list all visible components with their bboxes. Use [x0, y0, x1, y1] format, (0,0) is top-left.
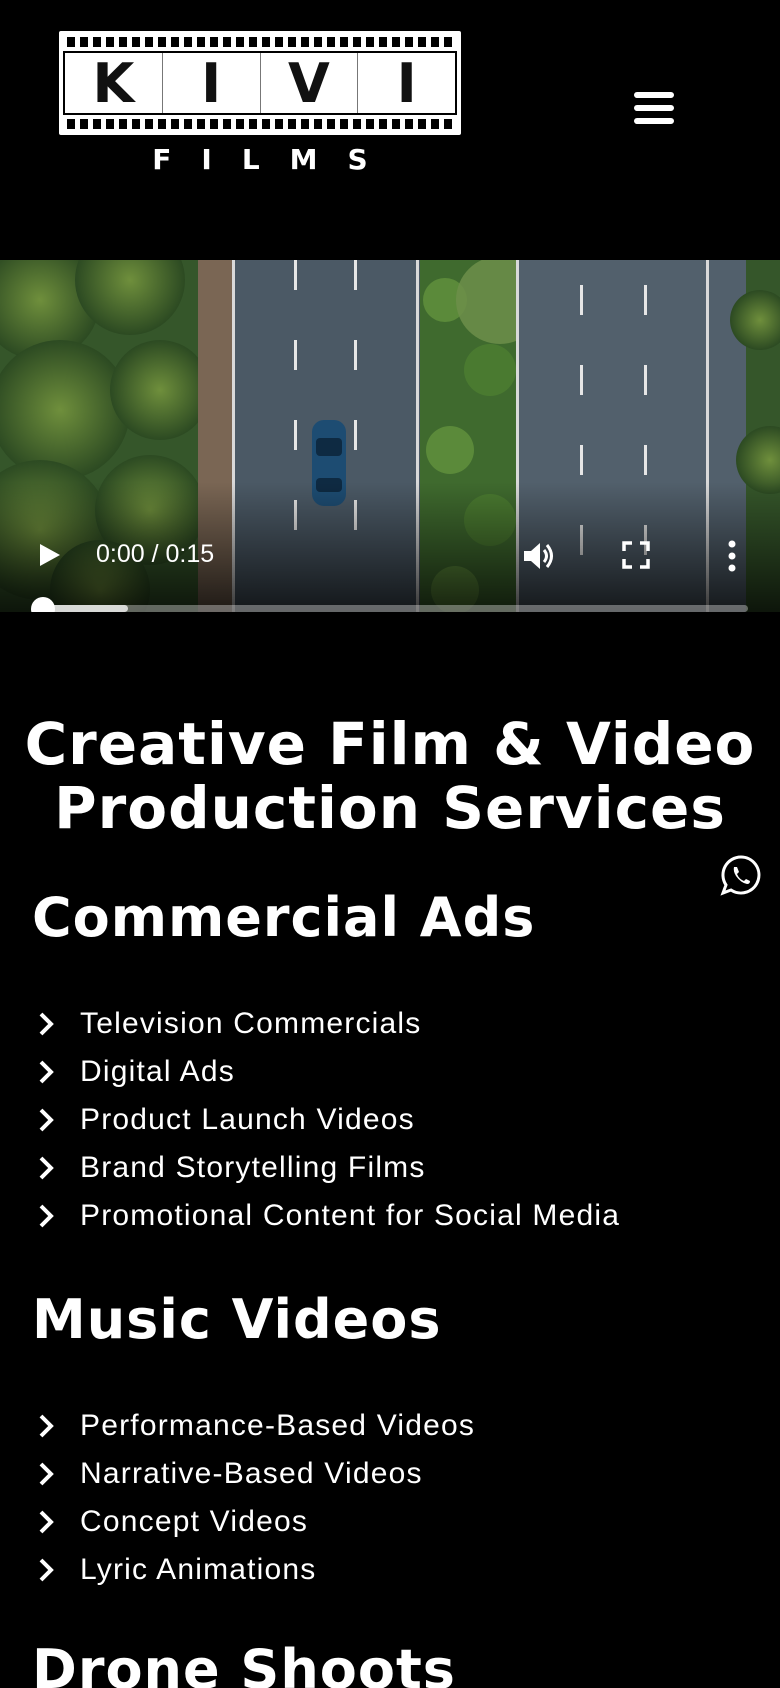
chevron-right-icon — [39, 1462, 54, 1486]
section-heading-commercial-ads: Commercial Ads — [32, 886, 536, 949]
list-item-label: Narrative-Based Videos — [80, 1457, 423, 1490]
section-heading-drone-shoots: Drone Shoots — [32, 1638, 456, 1688]
chevron-right-icon — [39, 1558, 54, 1582]
page: K I V I FILMS 0:00 / 0:15 Creative Film … — [0, 0, 780, 1688]
site-header: K I V I FILMS — [0, 0, 780, 260]
chevron-right-icon — [39, 1204, 54, 1228]
volume-icon[interactable] — [522, 540, 558, 572]
list-item: Promotional Content for Social Media — [36, 1192, 736, 1240]
list-item-label: Lyric Animations — [80, 1553, 317, 1586]
page-title-line1: Creative Film & Video — [24, 710, 756, 778]
page-title: Creative Film & Video Production Service… — [20, 712, 760, 840]
list-item-label: Promotional Content for Social Media — [80, 1199, 621, 1232]
play-icon[interactable] — [36, 542, 62, 568]
fullscreen-icon[interactable] — [622, 541, 650, 569]
list-item-label: Brand Storytelling Films — [80, 1151, 426, 1184]
video-buffered-range — [44, 605, 129, 612]
page-title-line2: Production Services — [54, 774, 726, 842]
chevron-right-icon — [39, 1060, 54, 1084]
logo-frame-letter: V — [261, 52, 359, 115]
chevron-right-icon — [39, 1108, 54, 1132]
list-item-label: Television Commercials — [80, 1007, 422, 1040]
more-vert-icon[interactable] — [726, 540, 738, 572]
list-item: Product Launch Videos — [36, 1096, 736, 1144]
list-item: Lyric Animations — [36, 1546, 736, 1594]
service-list-commercial-ads: Television Commercials Digital Ads Produ… — [36, 1000, 736, 1240]
list-item: Concept Videos — [36, 1498, 736, 1546]
chevron-right-icon — [39, 1414, 54, 1438]
hamburger-menu-icon[interactable] — [632, 90, 676, 126]
whatsapp-icon[interactable] — [720, 854, 762, 896]
list-item: Digital Ads — [36, 1048, 736, 1096]
logo-subtitle: FILMS — [152, 143, 398, 176]
list-item: Television Commercials — [36, 1000, 736, 1048]
kivi-films-logo[interactable]: K I V I FILMS — [59, 31, 461, 177]
filmstrip-logo-graphic: K I V I — [59, 31, 461, 135]
video-progress-bar[interactable] — [44, 605, 748, 612]
video-time: 0:00 / 0:15 — [96, 540, 215, 568]
list-item-label: Performance-Based Videos — [80, 1409, 476, 1442]
film-perforations-top — [67, 37, 453, 47]
chevron-right-icon — [39, 1156, 54, 1180]
chevron-right-icon — [39, 1012, 54, 1036]
logo-frame-letter: I — [163, 52, 261, 115]
chevron-right-icon — [39, 1510, 54, 1534]
film-frames: K I V I — [63, 51, 457, 115]
section-heading-music-videos: Music Videos — [32, 1288, 442, 1351]
film-perforations-bottom — [67, 119, 453, 129]
list-item: Brand Storytelling Films — [36, 1144, 736, 1192]
service-list-music-videos: Performance-Based Videos Narrative-Based… — [36, 1402, 736, 1594]
hero-video-player[interactable]: 0:00 / 0:15 — [0, 260, 780, 612]
logo-frame-letter: K — [65, 52, 163, 115]
list-item-label: Product Launch Videos — [80, 1103, 415, 1136]
logo-frame-letter: I — [396, 51, 417, 115]
list-item: Narrative-Based Videos — [36, 1450, 736, 1498]
list-item-label: Digital Ads — [80, 1055, 235, 1088]
list-item: Performance-Based Videos — [36, 1402, 736, 1450]
list-item-label: Concept Videos — [80, 1505, 309, 1538]
